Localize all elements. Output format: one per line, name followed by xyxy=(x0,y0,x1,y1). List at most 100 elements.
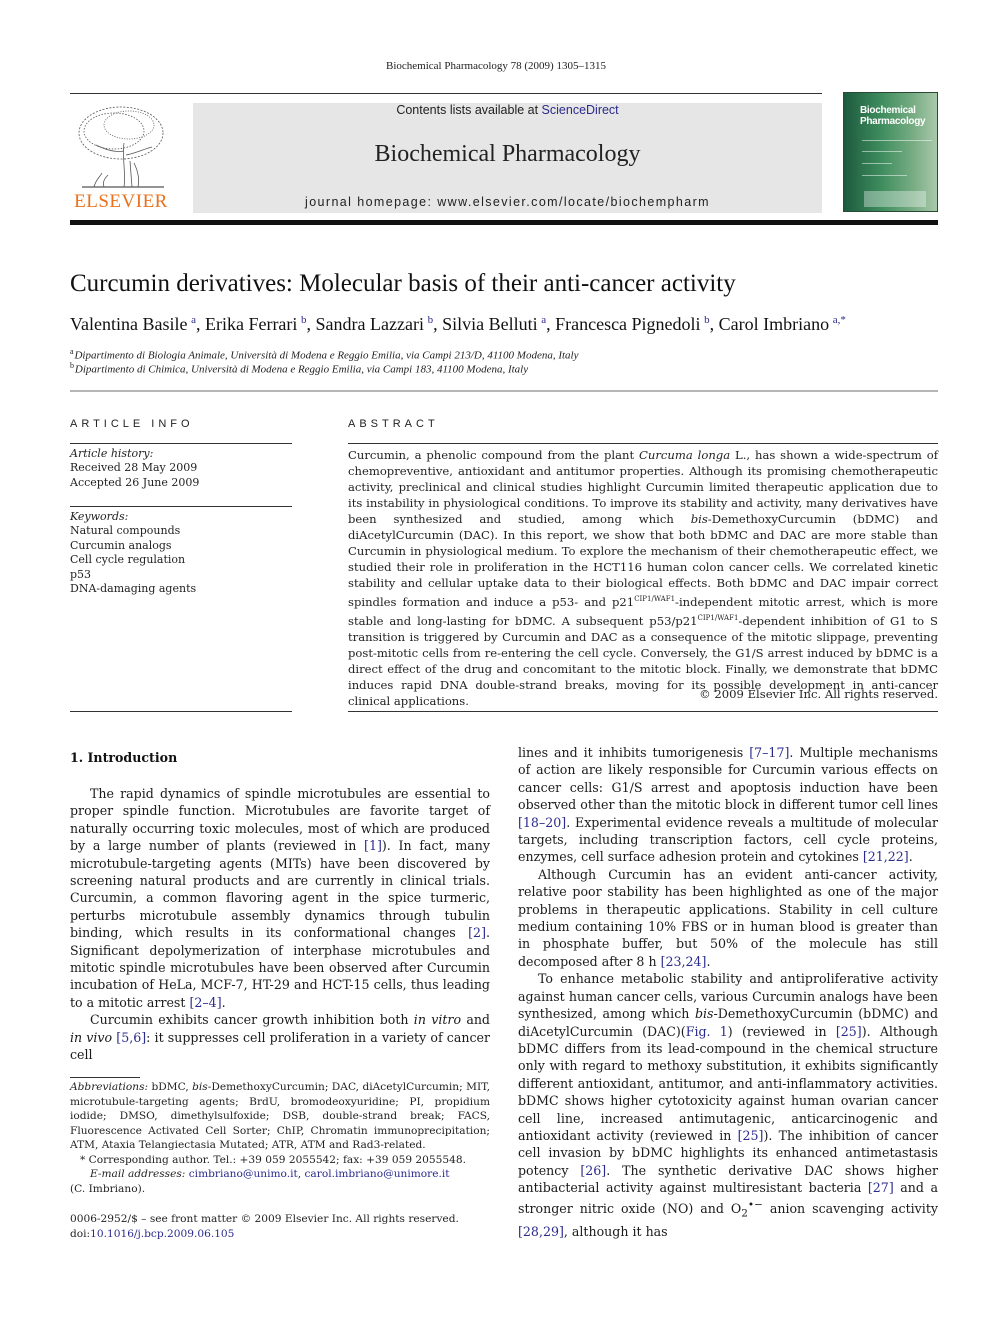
subscript: 2 xyxy=(741,1207,748,1220)
author-affiliation-mark[interactable]: b xyxy=(704,314,710,326)
publisher-logo[interactable]: ELSEVIER xyxy=(70,103,172,213)
paragraph: To enhance metabolic stability and antip… xyxy=(518,970,938,1240)
issn-line: 0006-2952/$ – see front matter © 2009 El… xyxy=(70,1213,459,1225)
footnotes: Abbreviations: bDMC, bis-DemethoxyCurcum… xyxy=(70,1080,490,1196)
author-affiliation-mark[interactable]: a,* xyxy=(833,314,846,326)
citation-link[interactable]: [7–17] xyxy=(749,745,789,760)
author-affiliation-mark[interactable]: a xyxy=(191,314,196,326)
keyword: DNA-damaging agents xyxy=(70,582,197,596)
author[interactable]: Erika Ferrari xyxy=(205,314,297,334)
journal-name: Biochemical Pharmacology xyxy=(374,141,641,167)
italic-term: bis xyxy=(694,1006,714,1022)
separator: , xyxy=(297,1168,305,1180)
paragraph: The rapid dynamics of spindle microtubul… xyxy=(70,785,490,1011)
citation-link[interactable]: [28,29] xyxy=(518,1224,564,1239)
email-label: E-mail addresses: xyxy=(90,1168,186,1180)
author-affiliation-mark[interactable]: b xyxy=(428,314,434,326)
email-link[interactable]: cimbriano@unimo.it xyxy=(189,1168,298,1180)
cover-title-line2: Pharmacology xyxy=(860,116,926,127)
cover-title: Biochemical Pharmacology xyxy=(860,105,926,127)
author[interactable]: Sandra Lazzari xyxy=(316,314,424,334)
title-block-rule xyxy=(70,390,938,392)
abbreviations-footnote: Abbreviations: bDMC, bis-DemethoxyCurcum… xyxy=(70,1080,490,1153)
article-title: Curcumin derivatives: Molecular basis of… xyxy=(70,270,736,297)
article-info-rule xyxy=(70,443,292,444)
citation-link[interactable]: [25] xyxy=(836,1024,862,1039)
citation-link[interactable]: [23,24] xyxy=(661,954,707,969)
italic-term: bis xyxy=(192,1081,208,1093)
citation-link[interactable]: [26] xyxy=(580,1163,606,1178)
corresponding-author-note: * Corresponding author. Tel.: +39 059 20… xyxy=(80,1153,466,1166)
affiliation-b: b Dipartimento di Chimica, Università di… xyxy=(70,361,528,376)
text-span: . xyxy=(221,994,226,1010)
author-affiliation-mark[interactable]: b xyxy=(301,314,307,326)
body-column-left: The rapid dynamics of spindle microtubul… xyxy=(70,785,490,1064)
text-span: Although Curcumin has an evident anti-ca… xyxy=(518,866,938,969)
paragraph: Although Curcumin has an evident anti-ca… xyxy=(518,866,938,970)
author[interactable]: Carol Imbriano xyxy=(719,314,829,334)
affiliation-text: Dipartimento di Chimica, Università di M… xyxy=(74,363,529,376)
text-span: ). Although bDMC differs from its lead-c… xyxy=(518,1023,938,1143)
citation-link[interactable]: [25] xyxy=(738,1128,764,1143)
author-affiliation-mark[interactable]: a xyxy=(541,314,546,326)
text-span: bDMC, xyxy=(148,1081,193,1093)
superscript: CIP1/WAF1 xyxy=(697,613,739,622)
email-link[interactable]: carol.imbriano@unimore.it xyxy=(305,1168,450,1180)
journal-cover-image[interactable]: Biochemical Pharmacology xyxy=(843,92,938,212)
abstract-span: Curcumin, a phenolic compound from the p… xyxy=(348,448,640,462)
body-column-right: lines and it inhibits tumorigenesis [7–1… xyxy=(518,744,938,1240)
cover-sciencedirect-badge xyxy=(864,191,926,207)
email-addresses: E-mail addresses: cimbriano@unimo.it, ca… xyxy=(70,1167,490,1182)
figure-link[interactable]: Fig. 1 xyxy=(686,1024,728,1039)
article-info-rule xyxy=(70,711,292,712)
cover-title-line1: Biochemical xyxy=(860,105,916,116)
homepage-url[interactable]: www.elsevier.com/locate/biochempharm xyxy=(437,195,710,209)
tree-logo-icon xyxy=(78,106,164,188)
doi-link[interactable]: 10.1016/j.bcp.2009.06.105 xyxy=(90,1228,234,1240)
abstract-text: Curcumin, a phenolic compound from the p… xyxy=(348,447,938,709)
article-info-heading: ARTICLE INFO xyxy=(70,418,194,430)
citation-link[interactable]: [1] xyxy=(364,838,382,853)
author[interactable]: Valentina Basile xyxy=(70,314,187,334)
citation-link[interactable]: [2] xyxy=(468,925,486,940)
text-span: , although it has xyxy=(563,1223,668,1239)
section-heading-introduction: 1. Introduction xyxy=(70,750,178,765)
footnote-rule xyxy=(70,1077,140,1078)
received-date: Received 28 May 2009 xyxy=(70,461,198,475)
text-span: ) (reviewed in xyxy=(727,1023,836,1039)
cover-rule xyxy=(862,163,892,164)
paragraph: Curcumin exhibits cancer growth inhibiti… xyxy=(70,1011,490,1063)
citation-link[interactable]: [2–4] xyxy=(189,995,221,1010)
front-matter: 0006-2952/$ – see front matter © 2009 El… xyxy=(70,1212,459,1242)
keyword: Curcumin analogs xyxy=(70,538,172,552)
keywords: Keywords: Natural compounds Curcumin ana… xyxy=(70,510,292,596)
text-span: . xyxy=(908,849,913,865)
text-span: Curcumin exhibits cancer growth inhibiti… xyxy=(90,1012,414,1028)
citation-link[interactable]: [27] xyxy=(868,1180,894,1195)
keyword: Natural compounds xyxy=(70,524,181,538)
author[interactable]: Francesca Pignedoli xyxy=(555,314,700,334)
article-info-rule xyxy=(70,506,292,507)
superscript: •− xyxy=(747,1198,763,1211)
author[interactable]: Silvia Belluti xyxy=(442,314,538,334)
species-name: Curcuma longa xyxy=(639,448,731,462)
abstract-heading: ABSTRACT xyxy=(348,418,439,430)
homepage-label: journal homepage: xyxy=(305,195,438,209)
citation-link[interactable]: [5,6] xyxy=(116,1030,146,1045)
email-owner: (C. Imbriano). xyxy=(70,1182,146,1195)
abstract-rule xyxy=(348,443,938,444)
doi-label: doi: xyxy=(70,1228,91,1240)
abstract-copyright: © 2009 Elsevier Inc. All rights reserved… xyxy=(699,687,938,701)
contents-line: Contents lists available at ScienceDirec… xyxy=(193,103,822,117)
italic-term: in vitro xyxy=(413,1012,462,1028)
contents-prefix: Contents lists available at xyxy=(396,103,542,117)
abstract-italic: bis xyxy=(690,512,708,526)
author-list: Valentina Basile a, Erika Ferrari b, San… xyxy=(70,314,846,334)
text-span: anion scavenging activity xyxy=(762,1200,938,1216)
sciencedirect-link[interactable]: ScienceDirect xyxy=(542,103,619,117)
journal-homepage: journal homepage: www.elsevier.com/locat… xyxy=(193,195,822,209)
citation-link[interactable]: [18–20] xyxy=(518,815,566,830)
article-history-label: Article history: xyxy=(70,447,154,460)
header-thick-rule xyxy=(70,220,938,225)
citation-link[interactable]: [21,22] xyxy=(863,849,909,864)
